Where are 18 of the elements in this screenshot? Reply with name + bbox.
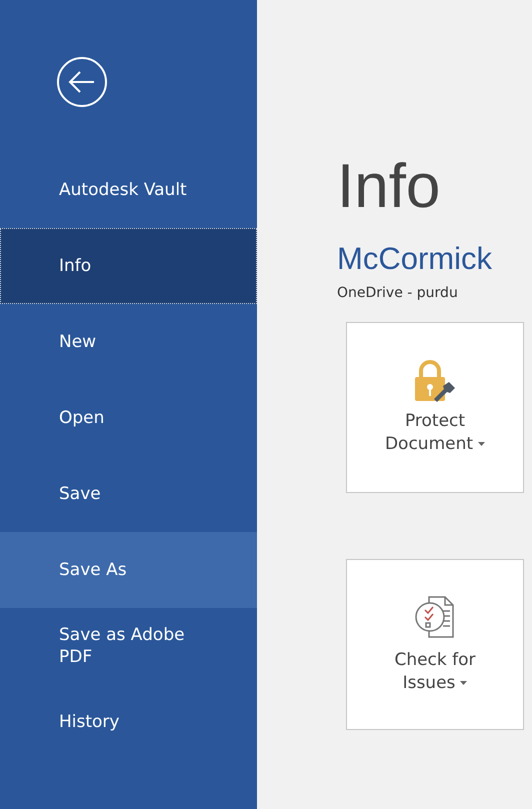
sidebar-item[interactable]: Save [0, 456, 257, 532]
page-title: Info [337, 153, 442, 222]
caret-icon [460, 681, 468, 686]
document-name: McCormick [337, 241, 493, 278]
checklist-document-icon [413, 594, 457, 641]
sidebar-item[interactable]: History [0, 684, 257, 760]
sidebar-item[interactable]: Save As [0, 532, 257, 608]
sidebar-item[interactable]: Info [0, 228, 257, 304]
document-location: OneDrive - purdu [337, 285, 459, 302]
sidebar-item[interactable]: Open [0, 380, 257, 456]
action-button[interactable]: Protect Document [346, 322, 524, 494]
action-button[interactable]: Check for Issues [346, 559, 524, 730]
sidebar-item[interactable]: New [0, 304, 257, 380]
back-icon[interactable] [56, 56, 108, 108]
lock-key-icon [413, 360, 457, 402]
sidebar-item[interactable]: Autodesk Vault [0, 152, 257, 228]
caret-icon [478, 442, 486, 446]
sidebar-item[interactable]: Save as Adobe PDF [0, 608, 257, 684]
